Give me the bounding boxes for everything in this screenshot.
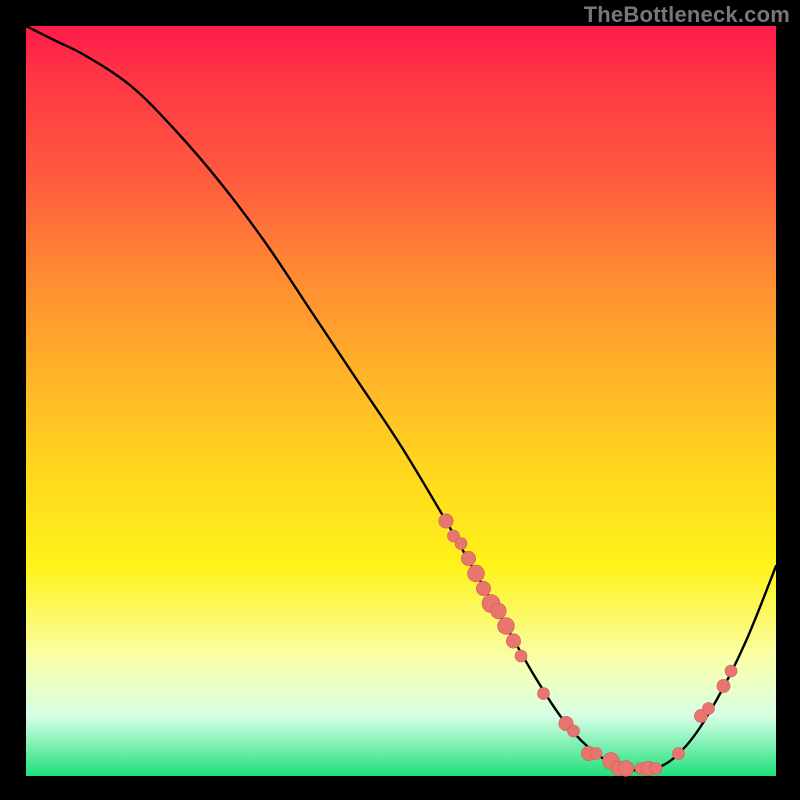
curve-marker — [568, 725, 580, 737]
curve-marker — [491, 603, 507, 619]
curve-marker — [498, 618, 515, 635]
curve-marker — [650, 763, 662, 775]
curve-marker — [515, 650, 527, 662]
curve-marker — [703, 703, 715, 715]
curve-marker — [468, 565, 485, 582]
curve-marker — [717, 679, 730, 692]
chart-stage: TheBottleneck.com — [0, 0, 800, 800]
bottleneck-curve — [26, 26, 776, 771]
curve-marker — [673, 748, 685, 760]
curve-marker — [506, 634, 520, 648]
chart-svg — [26, 26, 776, 776]
curve-marker — [590, 748, 602, 760]
curve-marker — [618, 761, 634, 777]
watermark-label: TheBottleneck.com — [584, 2, 790, 28]
curve-marker — [461, 551, 475, 565]
curve-marker — [455, 538, 467, 550]
curve-marker — [439, 514, 453, 528]
curve-marker — [538, 688, 550, 700]
curve-marker — [476, 581, 490, 595]
curve-marker — [725, 665, 737, 677]
